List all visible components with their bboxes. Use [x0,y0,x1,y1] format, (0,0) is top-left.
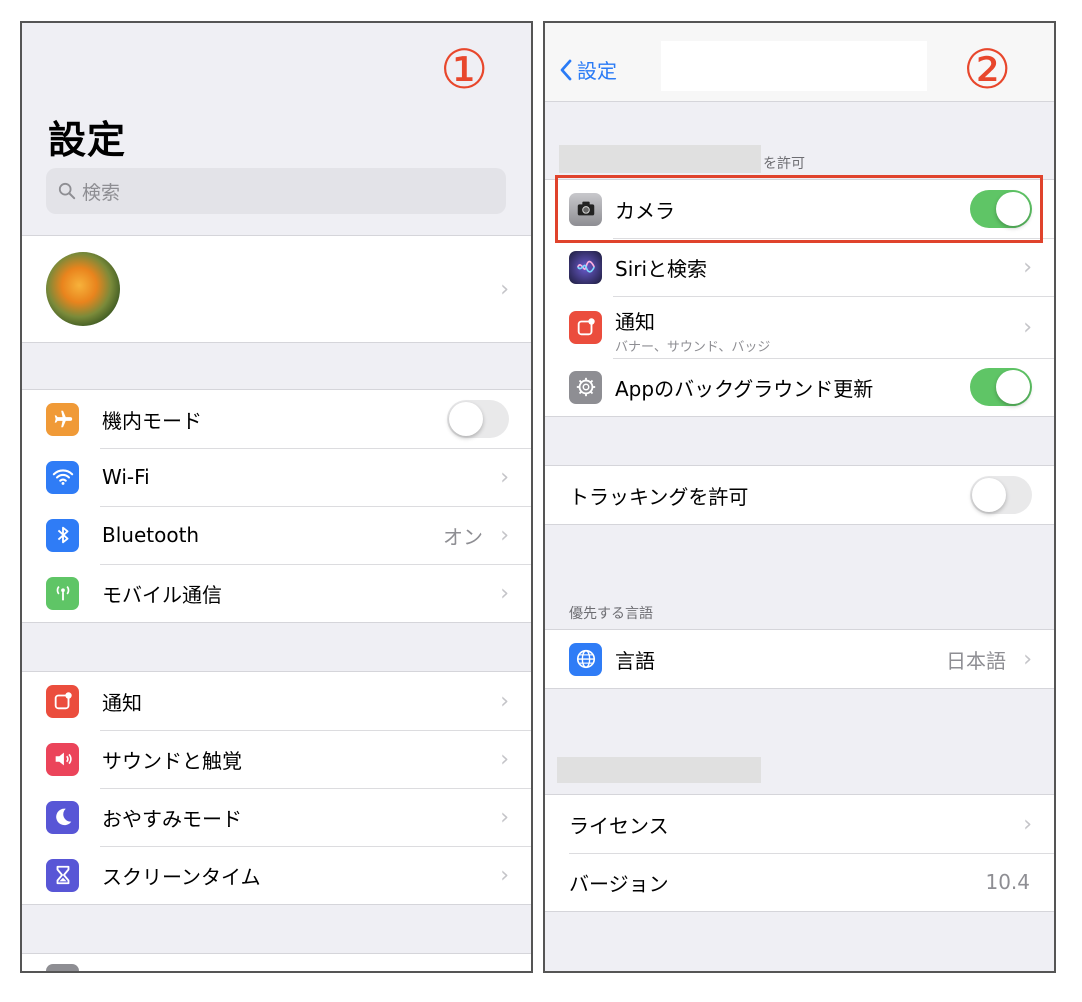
chevron-right-icon: › [1023,646,1032,672]
antenna-icon [46,576,79,610]
camera-highlight [555,175,1043,243]
speaker-icon [46,742,79,776]
profile-group: › [22,235,531,343]
language-value: 日本語 [946,648,1006,673]
settings-row-dnd[interactable]: おやすみモード › [22,788,531,846]
settings-row-wifi[interactable]: Wi-Fi › [22,448,531,506]
settings-row-bluetooth[interactable]: Bluetooth オン › [22,506,531,564]
back-label: 設定 [577,59,617,83]
airplane-icon [46,402,79,436]
airplane-toggle[interactable] [447,400,509,438]
background-refresh-toggle[interactable] [970,368,1032,406]
settings-row-tracking[interactable]: トラッキングを許可 [545,466,1054,524]
profile-row[interactable]: › [22,236,531,342]
wifi-icon [46,460,79,494]
redacted-section-header [557,757,761,783]
settings-row-cellular[interactable]: モバイル通信 › [22,564,531,622]
step-marker-1: ① [440,38,489,101]
settings-row-label: 機内モード [102,408,202,433]
redacted-title [661,41,927,91]
settings-row-label: バージョン [569,871,669,896]
settings-row-siri[interactable]: Siriと検索 › [545,238,1054,296]
settings-row-sounds[interactable]: サウンドと触覚 › [22,730,531,788]
chevron-right-icon: › [1023,254,1032,280]
language-group: 言語 日本語 › [545,629,1054,689]
settings-row-label: Appのバックグラウンド更新 [615,376,874,401]
about-group: ライセンス › バージョン 10.4 [545,794,1054,912]
notifications-icon [569,310,602,344]
section-header-language: 優先する言語 [569,606,653,622]
tracking-group: トラッキングを許可 [545,465,1054,525]
settings-row-label: 言語 [615,648,655,673]
chevron-right-icon: › [500,580,509,606]
chevron-right-icon: › [500,804,509,830]
settings-row-label: Bluetooth [102,523,200,547]
chevron-right-icon: › [500,276,509,302]
settings-panel: ① 設定 検索 › 機内モード Wi-Fi › Bluetooth オン › モ… [20,21,533,973]
settings-row-notifications[interactable]: 通知 バナー、サウンド、バッジ › [545,296,1054,358]
settings-row-label: 通知 [615,310,655,334]
avatar [46,252,120,326]
bluetooth-status: オン [443,524,483,549]
settings-row-label: おやすみモード [102,806,242,831]
settings-row-label: サウンドと触覚 [102,748,242,773]
page-title: 設定 [48,118,127,162]
chevron-right-icon: › [500,862,509,888]
chevron-right-icon: › [500,522,509,548]
settings-row-screentime[interactable]: スクリーンタイム › [22,846,531,904]
general-group-partial [22,953,531,971]
gear-icon [569,370,602,404]
siri-icon [569,250,602,284]
hourglass-icon [46,858,79,892]
chevron-right-icon: › [1023,314,1032,340]
settings-row-label: Siriと検索 [615,256,708,281]
settings-row-label: Wi-Fi [102,465,150,489]
settings-row-label: ライセンス [569,813,669,838]
settings-row-label-group: 通知 バナー、サウンド、バッジ [615,306,770,355]
chevron-right-icon: › [500,746,509,772]
chevron-right-icon: › [500,464,509,490]
gear-icon [46,964,79,971]
settings-row-license[interactable]: ライセンス › [545,795,1054,853]
settings-row-language[interactable]: 言語 日本語 › [545,630,1054,688]
moon-icon [46,800,79,834]
chevron-right-icon: › [500,688,509,714]
settings-row-airplane[interactable]: 機内モード [22,390,531,448]
globe-icon [569,642,602,676]
settings-row-version: バージョン 10.4 [545,853,1054,911]
step-marker-2: ② [963,38,1012,101]
settings-row-notifications[interactable]: 通知 › [22,672,531,730]
settings-row-label: トラッキングを許可 [569,484,749,509]
notifications-group: 通知 › サウンドと触覚 › おやすみモード › スクリーンタイム › [22,671,531,905]
search-icon [58,182,76,200]
chevron-right-icon: › [1023,811,1032,837]
settings-row-label: 通知 [102,690,142,715]
app-settings-panel: 設定 ② を許可 カメラ Siriと検索 › 通知 バナー、サウンド、バッジ ›… [543,21,1056,973]
tracking-toggle[interactable] [970,476,1032,514]
connectivity-group: 機内モード Wi-Fi › Bluetooth オン › モバイル通信 › [22,389,531,623]
notifications-icon [46,684,79,718]
search-placeholder: 検索 [82,181,121,204]
chevron-left-icon [560,59,572,80]
redacted-app-name [559,145,761,173]
back-button[interactable]: 設定 [559,55,617,84]
section-header-allow: を許可 [763,156,805,172]
settings-row-background-refresh[interactable]: Appのバックグラウンド更新 [545,358,1054,416]
settings-row-label: モバイル通信 [102,582,222,607]
settings-row-sublabel: バナー、サウンド、バッジ [615,340,771,355]
bluetooth-icon [46,518,79,552]
version-value: 10.4 [985,870,1030,894]
settings-row-label: スクリーンタイム [102,864,261,889]
search-input[interactable]: 検索 [46,168,506,214]
